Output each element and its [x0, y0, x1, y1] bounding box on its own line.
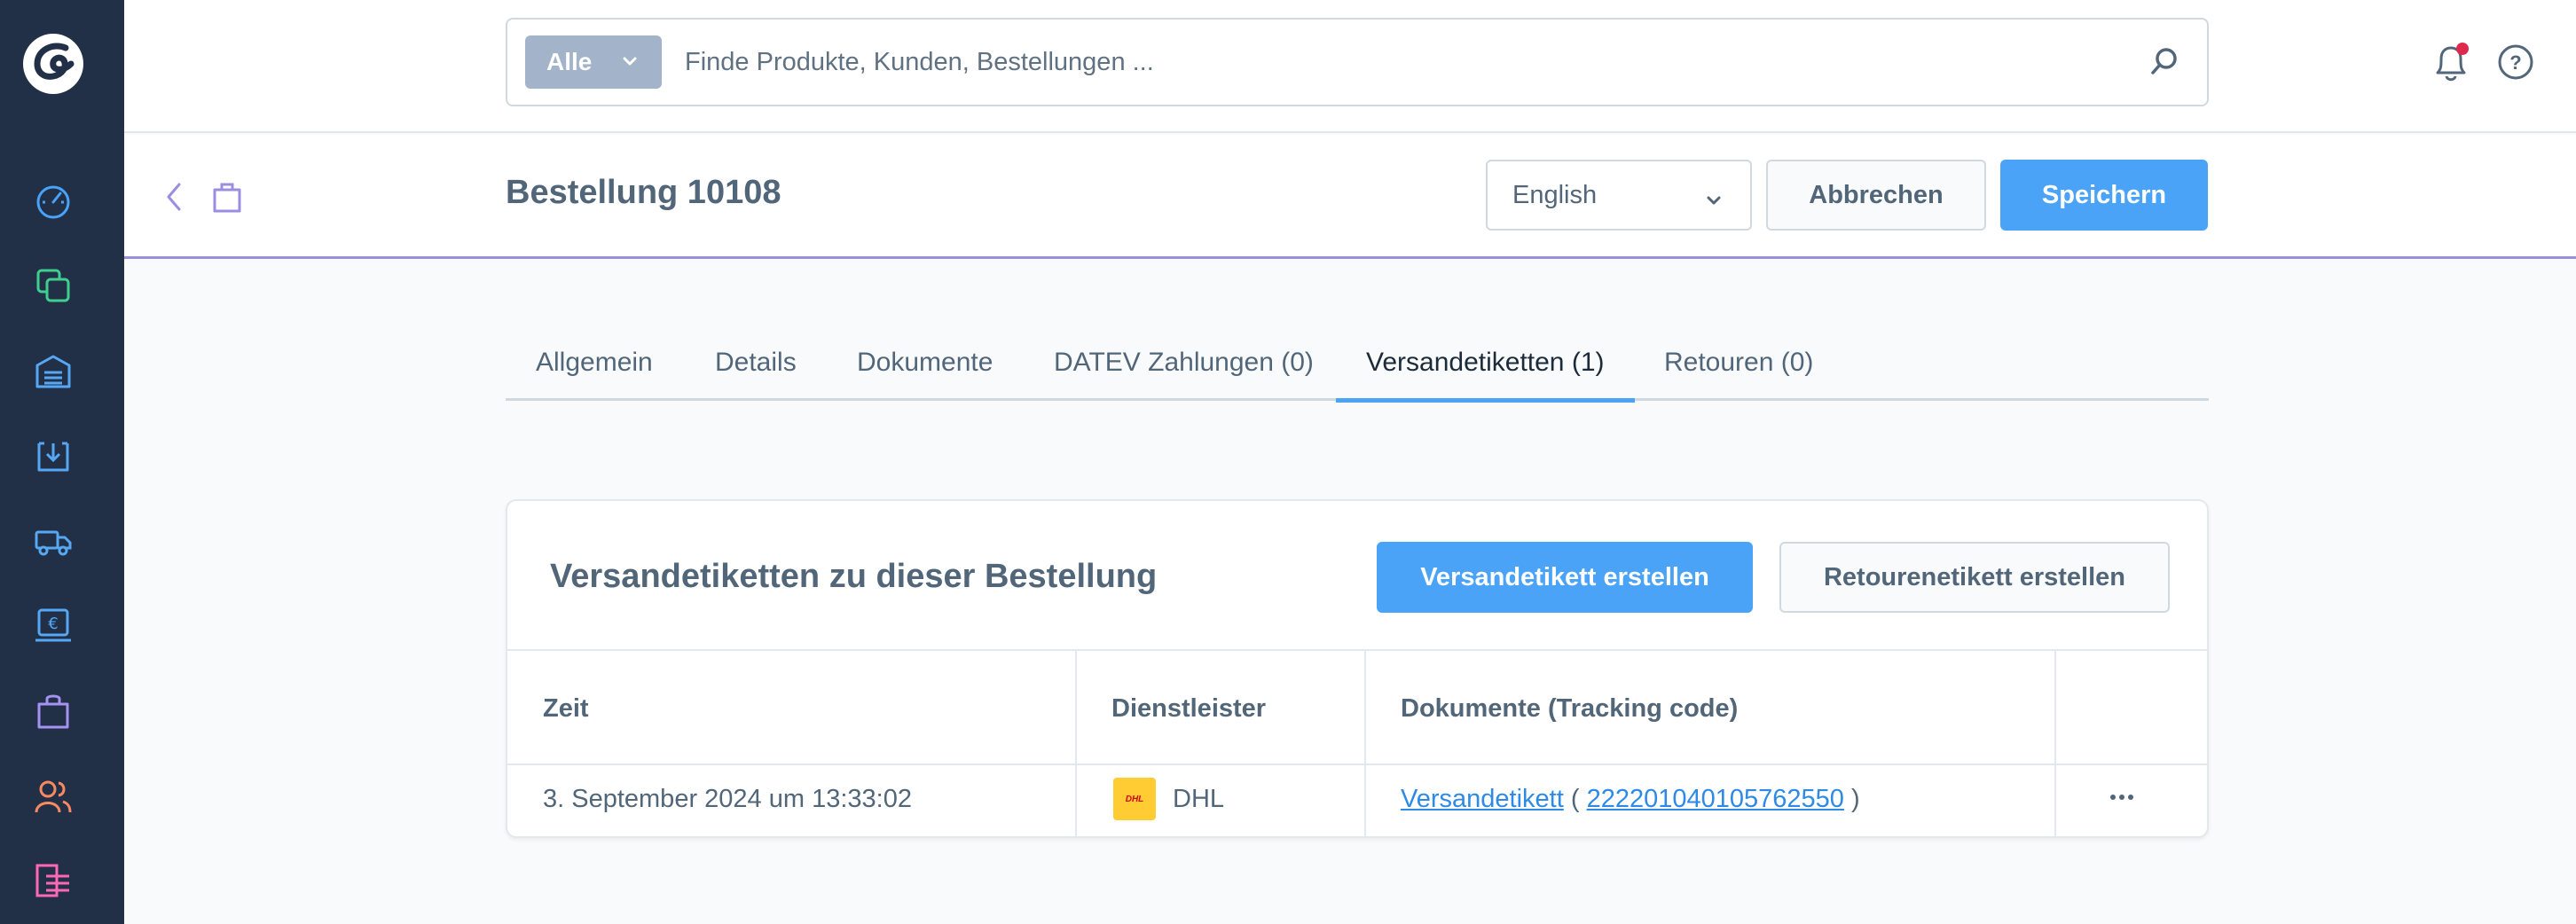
back-arrow-icon[interactable] [160, 179, 188, 219]
column-header-carrier[interactable]: Dienstleister [1111, 694, 1266, 724]
inbox-icon[interactable] [32, 435, 75, 477]
column-header-documents[interactable]: Dokumente (Tracking code) [1401, 694, 1738, 724]
tab-label: Retouren (0) [1664, 348, 1814, 377]
tracking-code-link[interactable]: 222201040105762550 [1587, 785, 1844, 813]
tab-retouren[interactable]: Retouren (0) [1664, 330, 1813, 401]
search-type-label: Alle [546, 48, 593, 75]
more-actions-icon[interactable] [2104, 779, 2140, 815]
tab-versandetiketten[interactable]: Versandetiketten (1) [1336, 330, 1635, 403]
svg-text:€: € [48, 615, 58, 633]
shopping-bag-icon [209, 179, 245, 219]
shopware-logo-icon[interactable] [21, 32, 85, 96]
tab-label: DATEV Zahlungen (0) [1054, 348, 1314, 377]
save-button[interactable]: Speichern [2000, 160, 2208, 231]
create-return-label-button[interactable]: Retourenetikett erstellen [1779, 542, 2170, 613]
create-shipping-label-button[interactable]: Versandetikett erstellen [1377, 542, 1753, 613]
tab-details[interactable]: Details [715, 330, 797, 401]
tab-dokumente[interactable]: Dokumente [857, 330, 993, 401]
chevron-down-icon [619, 50, 640, 78]
tab-label: Dokumente [857, 348, 993, 377]
search-type-select[interactable]: Alle [525, 35, 662, 89]
dhl-logo-icon: DHL [1113, 778, 1156, 820]
tab-label: Details [715, 348, 797, 377]
tab-bar: Allgemein Details Dokumente DATEV Zahlun… [506, 330, 2209, 403]
orders-icon[interactable] [32, 690, 75, 732]
row-documents: Versandetikett ( 222201040105762550 ) [1401, 785, 1860, 814]
products-icon[interactable] [32, 264, 75, 307]
help-icon[interactable]: ? [2496, 43, 2535, 86]
notification-bell-icon[interactable] [2431, 41, 2471, 90]
paren-close: ) [1850, 785, 1860, 813]
truck-icon[interactable] [32, 520, 75, 562]
row-time: 3. September 2024 um 13:33:02 [543, 785, 912, 813]
column-divider [1075, 650, 1077, 836]
card-title: Versandetiketten zu dieser Bestellung [550, 558, 1158, 595]
shipping-label-link[interactable]: Versandetikett [1401, 785, 1564, 813]
tab-allgemein[interactable]: Allgemein [506, 330, 653, 401]
top-bar: Alle ? [124, 0, 2576, 133]
row-carrier: DHL [1173, 785, 1225, 813]
search-icon[interactable] [2147, 44, 2182, 84]
payment-icon[interactable]: € [32, 605, 75, 647]
paren-open: ( [1570, 785, 1580, 813]
language-select[interactable]: English [1486, 160, 1752, 231]
sidebar: € [0, 0, 124, 924]
column-header-time[interactable]: Zeit [543, 694, 589, 724]
content-icon[interactable] [32, 860, 75, 903]
search-input[interactable] [685, 35, 2104, 89]
shipping-labels-card: Versandetiketten zu dieser Bestellung Ve… [506, 499, 2209, 838]
cancel-button[interactable]: Abbrechen [1766, 160, 1986, 231]
column-divider [1364, 650, 1366, 836]
global-search: Alle [506, 18, 2209, 106]
divider [507, 649, 2207, 651]
tab-label: Allgemein [536, 348, 653, 377]
page-title: Bestellung 10108 [506, 174, 781, 211]
tab-label: Versandetiketten (1) [1366, 348, 1605, 377]
tab-datev-zahlungen[interactable]: DATEV Zahlungen (0) [1054, 330, 1314, 401]
column-divider [2054, 650, 2056, 836]
chevron-down-icon [1704, 188, 1724, 217]
svg-text:?: ? [2509, 51, 2521, 74]
divider [507, 763, 2207, 765]
page-header: Bestellung 10108 English Abbrechen Speic… [124, 135, 2576, 259]
customers-icon[interactable] [32, 775, 75, 818]
dashboard-icon[interactable] [32, 179, 75, 222]
warehouse-icon[interactable] [32, 349, 75, 392]
language-select-value: English [1512, 180, 1598, 209]
